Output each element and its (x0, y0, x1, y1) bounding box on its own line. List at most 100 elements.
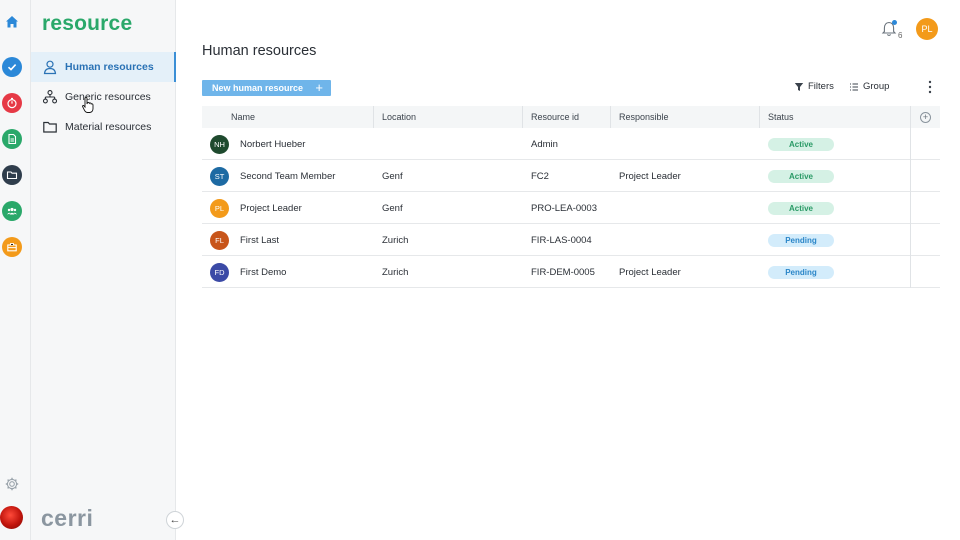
add-circle-icon: + (920, 111, 931, 123)
group-button[interactable]: Group (849, 81, 889, 92)
people-icon (7, 207, 17, 215)
table-header: Name Location Resource id Responsible St… (202, 106, 940, 128)
column-header-responsible[interactable]: Responsible (610, 106, 759, 128)
column-header-resource-id[interactable]: Resource id (522, 106, 610, 128)
cell-status: Pending (759, 224, 910, 256)
sidebar-item-label: Material resources (65, 121, 152, 133)
files-app-button[interactable] (2, 165, 22, 185)
sidebar-item-generic-resources[interactable]: Generic resources (31, 82, 176, 112)
table-body: NH Norbert Hueber Admin Active ST Second… (202, 128, 940, 288)
account-avatar[interactable] (0, 506, 23, 529)
notification-count: 6 (898, 31, 903, 40)
cell-resource-id: PRO-LEA-0003 (531, 202, 598, 214)
resources-table: Name Location Resource id Responsible St… (202, 106, 940, 288)
cell-responsible: Project Leader (619, 170, 681, 182)
user-avatar[interactable]: PL (916, 18, 938, 40)
avatar: PL (210, 198, 229, 218)
sidebar-item-material-resources[interactable]: Material resources (31, 112, 176, 142)
cell-responsible (610, 192, 759, 224)
tasks-app-button[interactable] (2, 57, 22, 77)
sidebar-item-human-resources[interactable]: Human resources (31, 52, 176, 82)
cell-spacer (910, 192, 940, 224)
cell-name: FL First Last (202, 224, 373, 256)
team-app-button[interactable] (2, 201, 22, 221)
avatar: FL (210, 230, 229, 250)
cell-status: Active (759, 128, 910, 160)
filters-label: Filters (808, 81, 834, 92)
filter-icon (794, 82, 804, 91)
resource-app-button[interactable] (2, 237, 22, 257)
table-row[interactable]: FD First Demo Zurich FIR-DEM-0005 Projec… (202, 256, 940, 288)
cell-status: Pending (759, 256, 910, 288)
resource-name[interactable]: Norbert Hueber (240, 139, 305, 150)
resource-name[interactable]: First Demo (240, 267, 286, 278)
cell-location: Genf (382, 202, 403, 214)
column-header-location[interactable]: Location (373, 106, 522, 128)
resource-name[interactable]: Second Team Member (240, 171, 335, 182)
status-badge: Active (768, 201, 834, 215)
notification-dot (892, 20, 897, 25)
cell-status: Active (759, 192, 910, 224)
cell-resource-id: FIR-DEM-0005 (531, 266, 595, 278)
sidebar-item-label: Human resources (65, 61, 154, 73)
sidebar-item-label: Generic resources (65, 91, 151, 103)
footer-logo: cerri (41, 505, 94, 531)
cell-location: Zurich (382, 234, 409, 246)
brand-logo: resource (42, 12, 133, 35)
group-label: Group (863, 81, 890, 92)
person-icon (43, 60, 57, 75)
resource-name[interactable]: First Last (240, 235, 279, 246)
cell-spacer (910, 256, 940, 288)
resource-name[interactable]: Project Leader (240, 203, 302, 214)
document-icon (8, 133, 17, 145)
app-rail (0, 0, 31, 540)
main-content: Human resources 6 PL New human resource … (176, 0, 960, 540)
check-icon (7, 64, 17, 71)
avatar: FD (210, 262, 229, 282)
cell-responsible: Project Leader (619, 266, 681, 278)
cell-responsible (610, 224, 759, 256)
add-column-button[interactable]: + (910, 106, 940, 128)
time-app-button[interactable] (2, 93, 22, 113)
list-icon (850, 83, 858, 90)
page-title: Human resources (202, 43, 317, 59)
folder-icon (6, 171, 18, 180)
hierarchy-icon (42, 90, 58, 104)
table-row[interactable]: ST Second Team Member Genf FC2 Project L… (202, 160, 940, 192)
hand-cursor-icon (82, 96, 94, 113)
cell-name: NH Norbert Hueber (202, 128, 373, 160)
cell-name: ST Second Team Member (202, 160, 373, 192)
cell-spacer (910, 224, 940, 256)
cell-name: PL Project Leader (202, 192, 373, 224)
status-badge: Pending (768, 233, 834, 247)
avatar: ST (210, 166, 229, 186)
briefcase-icon (7, 243, 17, 252)
table-row[interactable]: NH Norbert Hueber Admin Active (202, 128, 940, 160)
table-row[interactable]: PL Project Leader Genf PRO-LEA-0003 Acti… (202, 192, 940, 224)
sidebar: resource Human resources Generic resourc… (31, 0, 184, 540)
sidebar-nav: Human resources Generic resources Materi… (31, 52, 176, 142)
new-human-resource-button[interactable]: New human resource + (202, 80, 331, 96)
cell-resource-id: FC2 (531, 170, 549, 182)
home-icon[interactable] (4, 14, 20, 30)
cell-spacer (910, 160, 940, 192)
cell-responsible (610, 128, 759, 160)
filters-button[interactable]: Filters (794, 81, 834, 92)
cell-resource-id: Admin (531, 138, 558, 150)
column-header-name[interactable]: Name (202, 106, 373, 128)
stopwatch-icon (7, 97, 17, 109)
cell-spacer (910, 128, 940, 160)
gear-icon[interactable] (4, 476, 20, 492)
cell-name: FD First Demo (202, 256, 373, 288)
more-options-icon[interactable] (928, 80, 932, 94)
plus-icon: + (315, 80, 323, 95)
cell-location (373, 128, 522, 160)
table-row[interactable]: FL First Last Zurich FIR-LAS-0004 Pendin… (202, 224, 940, 256)
cell-resource-id: FIR-LAS-0004 (531, 234, 592, 246)
cell-location: Genf (382, 170, 403, 182)
cell-status: Active (759, 160, 910, 192)
new-button-label: New human resource (212, 83, 304, 93)
documents-app-button[interactable] (2, 129, 22, 149)
status-badge: Active (768, 169, 834, 183)
column-header-status[interactable]: Status (759, 106, 910, 128)
